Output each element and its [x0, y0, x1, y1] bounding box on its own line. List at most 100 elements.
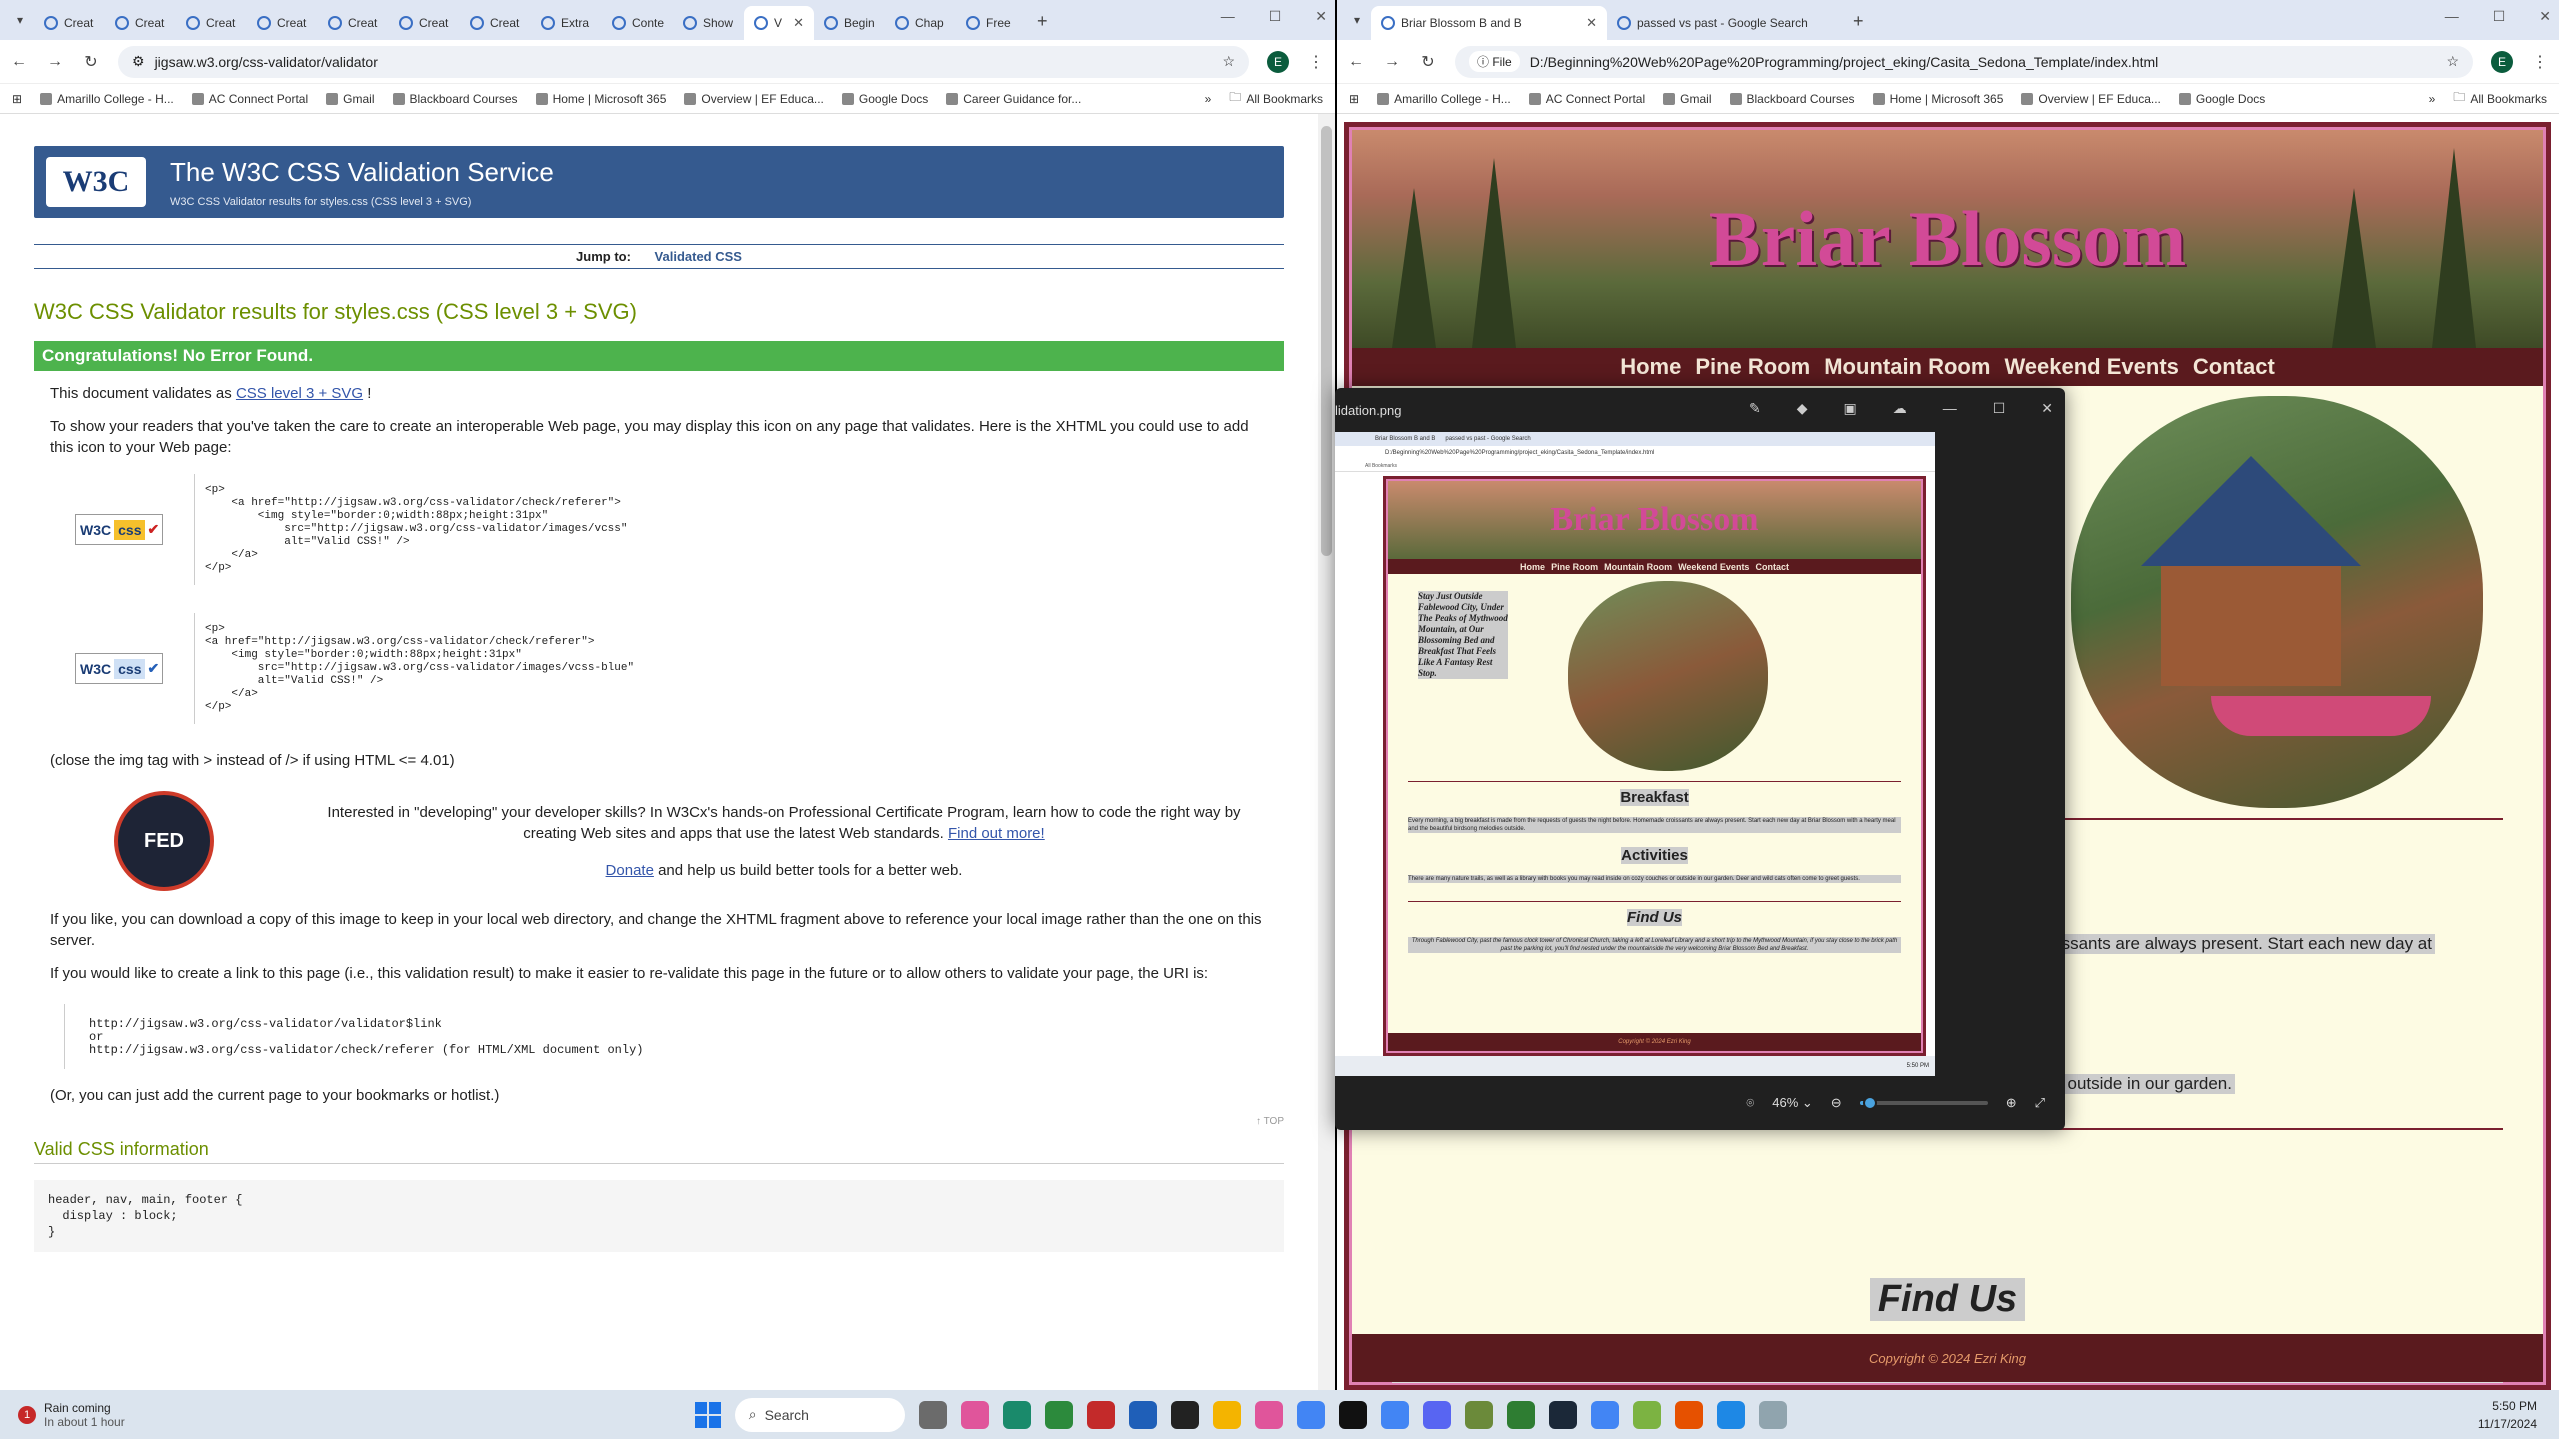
bookmark-item[interactable]: Overview | EF Educa...: [684, 92, 824, 106]
reload-icon[interactable]: ↻: [82, 52, 100, 72]
store-icon[interactable]: [1128, 1400, 1157, 1429]
back-icon[interactable]: ←: [1347, 53, 1365, 71]
bookmark-item[interactable]: Home | Microsoft 365: [1872, 92, 2003, 106]
menu-icon[interactable]: ⋮: [1307, 52, 1325, 72]
bookmark-item[interactable]: Gmail: [326, 92, 375, 106]
close-icon[interactable]: ✕: [2041, 400, 2053, 417]
tab-11[interactable]: Begin: [814, 6, 885, 40]
tab-7[interactable]: Extra: [531, 6, 602, 40]
tab-0[interactable]: Briar Blossom B and B ✕: [1371, 6, 1607, 40]
zoom-in-icon[interactable]: ⊕: [2006, 1095, 2017, 1111]
chrome-icon[interactable]: [1380, 1400, 1409, 1429]
site-info-icon[interactable]: ⚙: [132, 53, 145, 70]
valid-css-badge[interactable]: W3C css ✔: [75, 514, 163, 545]
minimize-icon[interactable]: —: [1221, 8, 1235, 25]
address-bar[interactable]: ⚙ jigsaw.w3.org/css-validator/validator …: [118, 45, 1249, 78]
top-link[interactable]: ↑ TOP: [34, 1116, 1284, 1127]
bookmark-item[interactable]: Overview | EF Educa...: [2021, 92, 2161, 106]
nav-contact[interactable]: Contact: [2193, 354, 2275, 380]
nav-weekend-events[interactable]: Weekend Events: [2004, 354, 2178, 380]
bookmark-item[interactable]: AC Connect Portal: [1528, 92, 1645, 106]
photos-icon[interactable]: [1716, 1400, 1745, 1429]
zoom-out-icon[interactable]: ⊖: [1831, 1095, 1842, 1111]
tab-12[interactable]: Chap: [885, 6, 956, 40]
weather-widget[interactable]: 1 Rain coming In about 1 hour: [0, 1401, 125, 1429]
tab-8[interactable]: Conte: [602, 6, 673, 40]
chrome-icon[interactable]: [1296, 1400, 1325, 1429]
discord-icon[interactable]: [1422, 1400, 1451, 1429]
maximize-icon[interactable]: ☐: [1269, 8, 1282, 25]
bookmark-item[interactable]: Home | Microsoft 365: [535, 92, 666, 106]
url-text[interactable]: D:/Beginning%20Web%20Page%20Programming/…: [1530, 54, 2159, 70]
app-icon[interactable]: [1338, 1400, 1367, 1429]
task-view-icon[interactable]: [918, 1400, 947, 1429]
css-level-link[interactable]: CSS level 3 + SVG: [236, 385, 363, 402]
bookmarks-overflow-icon[interactable]: »: [1205, 92, 1212, 106]
app-icon[interactable]: [1758, 1400, 1787, 1429]
app-icon[interactable]: [1506, 1400, 1535, 1429]
zoom-slider[interactable]: [1859, 1096, 1988, 1110]
all-bookmarks[interactable]: 🗀 All Bookmarks: [1229, 88, 1323, 109]
nav-mountain-room[interactable]: Mountain Room: [1824, 354, 1990, 380]
bookmark-item[interactable]: Google Docs: [2178, 92, 2265, 106]
scrollbar-thumb[interactable]: [1321, 126, 1332, 556]
profile-avatar[interactable]: E: [1267, 50, 1289, 73]
tab-0[interactable]: Creat: [34, 6, 105, 40]
tab-3[interactable]: Creat: [247, 6, 318, 40]
bookmark-item[interactable]: Blackboard Courses: [392, 92, 518, 106]
forward-icon[interactable]: →: [46, 53, 64, 71]
zoom-knob[interactable]: [1863, 1096, 1878, 1110]
tab-4[interactable]: Creat: [318, 6, 389, 40]
all-bookmarks[interactable]: 🗀 All Bookmarks: [2453, 88, 2547, 109]
screenshot-icon[interactable]: ⌾: [1746, 1095, 1754, 1111]
minimize-icon[interactable]: —: [2445, 8, 2459, 25]
onedrive-icon[interactable]: ☁: [1893, 400, 1907, 417]
nav-pine-room[interactable]: Pine Room: [1695, 354, 1810, 380]
bookmark-star-icon[interactable]: ☆: [2446, 53, 2459, 70]
copilot-icon[interactable]: [960, 1400, 989, 1429]
maximize-icon[interactable]: ☐: [1993, 400, 2006, 417]
bookmark-item[interactable]: Google Docs: [841, 92, 928, 106]
forward-icon[interactable]: →: [1383, 53, 1401, 71]
chrome-icon[interactable]: [1590, 1400, 1619, 1429]
w3cx-medal-logo[interactable]: FED: [114, 791, 214, 891]
close-icon[interactable]: ✕: [1315, 8, 1327, 25]
bookmark-item[interactable]: AC Connect Portal: [191, 92, 308, 106]
tab-5[interactable]: Creat: [389, 6, 460, 40]
file-chip[interactable]: ⓘ File: [1469, 51, 1520, 72]
bookmark-item[interactable]: Blackboard Courses: [1729, 92, 1855, 106]
close-icon[interactable]: ✕: [2539, 8, 2551, 25]
new-tab-button[interactable]: +: [1843, 11, 1874, 32]
find-out-more-link[interactable]: Find out more!: [948, 825, 1045, 842]
app-icon[interactable]: [1086, 1400, 1115, 1429]
nav-home[interactable]: Home: [1620, 354, 1681, 380]
tab-1[interactable]: Creat: [105, 6, 176, 40]
valid-css-blue-badge[interactable]: W3C css ✔: [75, 653, 163, 684]
tab-search-icon[interactable]: ▾: [6, 5, 34, 35]
donate-link[interactable]: Donate: [606, 862, 654, 879]
tab-2[interactable]: Creat: [176, 6, 247, 40]
new-tab-button[interactable]: +: [1027, 11, 1058, 32]
steam-icon[interactable]: [1548, 1400, 1577, 1429]
bookmark-item[interactable]: Amarillo College - H...: [1377, 92, 1511, 106]
maximize-icon[interactable]: ☐: [2493, 8, 2506, 25]
address-bar[interactable]: ⓘ File D:/Beginning%20Web%20Page%20Progr…: [1455, 45, 2473, 78]
validated-css-link[interactable]: Validated CSS: [655, 249, 742, 264]
tab-6[interactable]: Creat: [460, 6, 531, 40]
bookmarks-overflow-icon[interactable]: »: [2429, 92, 2436, 106]
app-icon[interactable]: [1674, 1400, 1703, 1429]
url-text[interactable]: jigsaw.w3.org/css-validator/validator: [155, 54, 378, 70]
bookmark-item[interactable]: Gmail: [1663, 92, 1712, 106]
tab-close-icon[interactable]: ✕: [1586, 15, 1597, 31]
file-explorer-icon[interactable]: [1212, 1400, 1241, 1429]
profile-avatar[interactable]: E: [2491, 50, 2513, 73]
start-button[interactable]: [694, 1401, 721, 1428]
bookmark-item[interactable]: Career Guidance for...: [946, 92, 1081, 106]
paint-icon[interactable]: ◆: [1797, 400, 1808, 417]
edge-icon[interactable]: [1002, 1400, 1031, 1429]
minecraft-icon[interactable]: [1464, 1400, 1493, 1429]
zoom-select[interactable]: 46% ⌄: [1772, 1095, 1813, 1111]
w3c-logo[interactable]: W3C: [46, 157, 146, 207]
edit-icon[interactable]: ✎: [1749, 400, 1761, 417]
menu-icon[interactable]: ⋮: [2531, 52, 2549, 72]
